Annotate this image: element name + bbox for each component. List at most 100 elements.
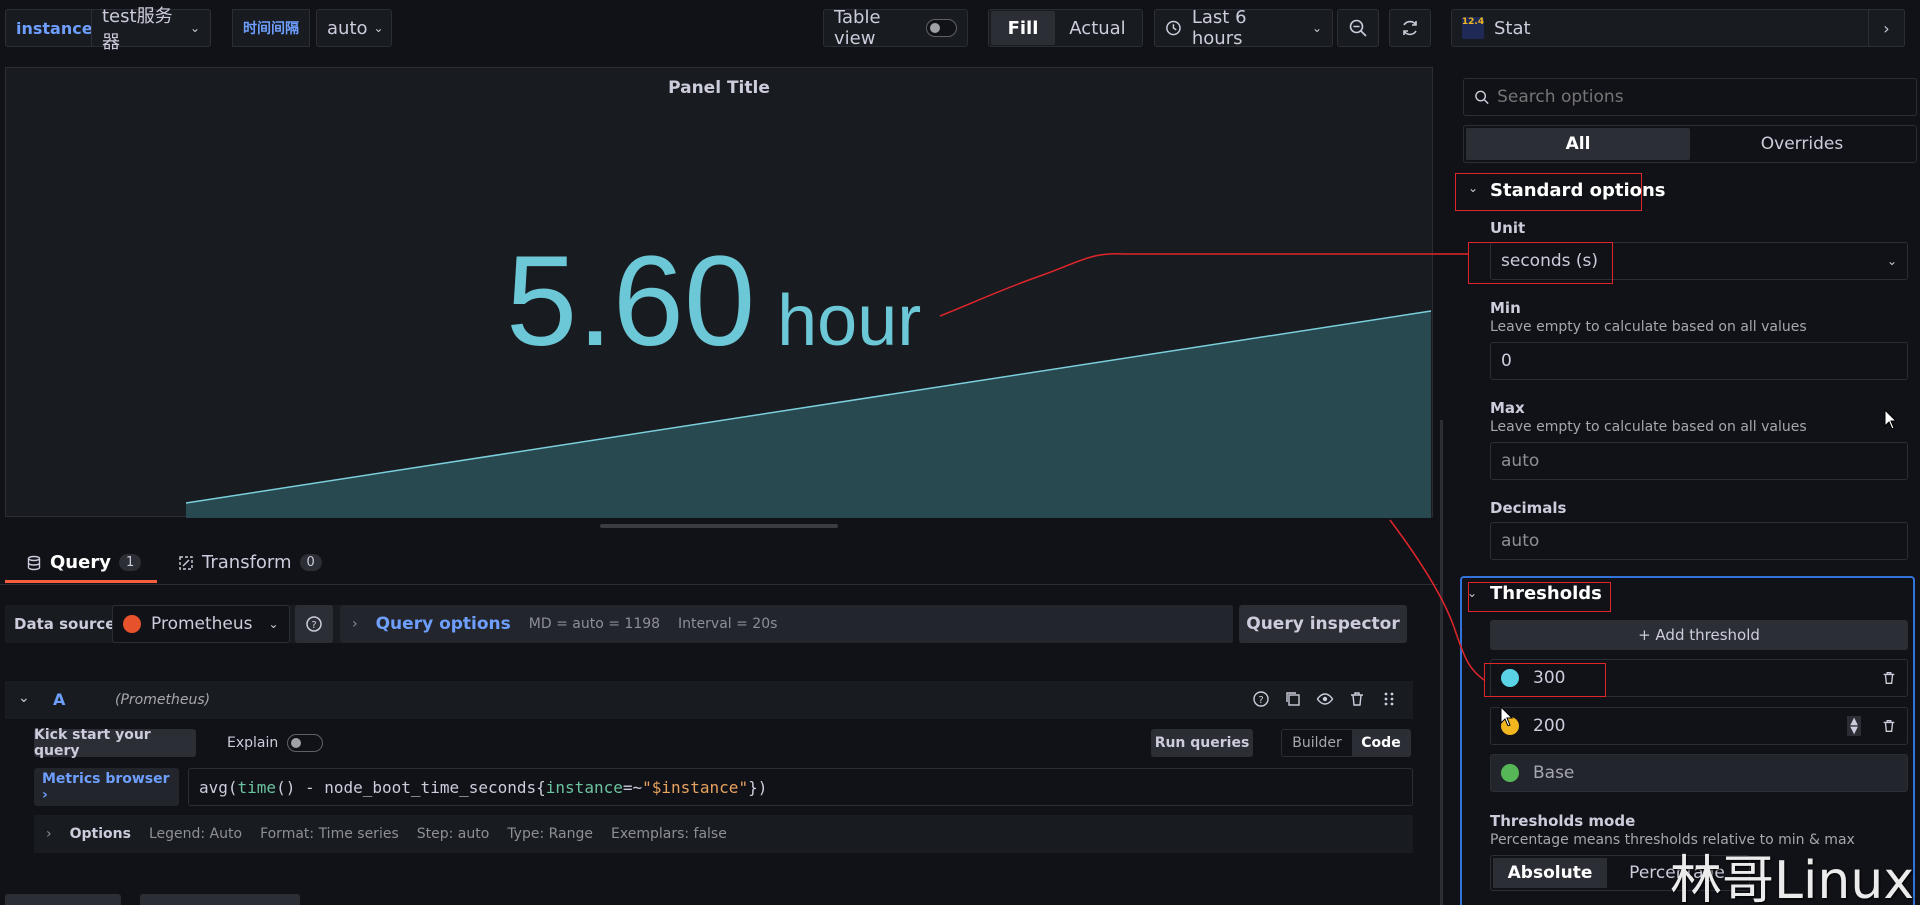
- run-queries-button[interactable]: Run queries: [1151, 729, 1253, 757]
- query-options-summary[interactable]: › Options Legend: Auto Format: Time seri…: [34, 815, 1413, 853]
- search-icon: [1475, 90, 1489, 105]
- expr-fn1: avg(: [199, 777, 238, 797]
- mode-absolute-button[interactable]: Absolute: [1493, 858, 1607, 888]
- max-input[interactable]: auto: [1490, 442, 1908, 480]
- var-interval-label: 时间间隔: [232, 9, 310, 47]
- panel-resize-handle[interactable]: [600, 524, 838, 528]
- expr-val: "$instance": [642, 777, 749, 797]
- var-interval-select[interactable]: auto ⌄: [316, 9, 392, 47]
- datasource-picker[interactable]: Prometheus ⌄: [112, 605, 290, 643]
- fill-button[interactable]: Fill: [991, 11, 1055, 45]
- interval-text: Interval = 20s: [678, 616, 778, 632]
- datasource-help-button[interactable]: ?: [295, 605, 333, 643]
- collapse-options-button[interactable]: ›: [1868, 9, 1905, 47]
- tab-query-label: Query: [50, 552, 111, 573]
- svg-text:?: ?: [311, 620, 316, 631]
- expr-end: }): [748, 777, 768, 797]
- expr-mid: () - node_boot_time_seconds{: [276, 777, 546, 797]
- search-options-field[interactable]: [1463, 78, 1917, 116]
- threshold-value-base: Base: [1533, 763, 1575, 783]
- zoom-out-button[interactable]: [1337, 9, 1379, 47]
- annotation-box-300: [1484, 663, 1606, 697]
- trash-icon[interactable]: [1881, 718, 1897, 734]
- var-instance-select[interactable]: test服务器 ⌄: [91, 6, 211, 53]
- tab-query-count: 1: [118, 554, 142, 571]
- transform-icon: [179, 555, 193, 570]
- stat-unit: hour: [777, 281, 922, 361]
- decimals-input[interactable]: auto: [1490, 522, 1908, 560]
- actual-button[interactable]: Actual: [1055, 11, 1140, 45]
- tabs-divider: [0, 584, 1438, 585]
- table-view-toggle[interactable]: Table view: [823, 7, 968, 49]
- zoom-out-icon: [1349, 19, 1367, 37]
- builder-button[interactable]: Builder: [1282, 730, 1352, 756]
- threshold-row-200[interactable]: 200 ▲ ▼: [1490, 707, 1908, 745]
- stat-value: 5.60: [506, 230, 756, 373]
- trash-icon[interactable]: [1881, 670, 1897, 686]
- stat-value-group: 5.60 hour: [506, 238, 921, 366]
- tab-query[interactable]: Query 1: [26, 552, 142, 573]
- add-expression-button[interactable]: [140, 894, 300, 905]
- thresholds-header[interactable]: Thresholds: [1490, 583, 1602, 604]
- chevron-right-icon: ›: [352, 616, 358, 632]
- chevron-right-icon: ›: [1883, 18, 1890, 38]
- duplicate-icon[interactable]: [1284, 690, 1302, 708]
- options-step: Step: auto: [416, 826, 490, 842]
- visualization-picker[interactable]: 12.4 Stat ⌄: [1451, 9, 1905, 47]
- number-stepper-icon[interactable]: ▲ ▼: [1847, 716, 1861, 736]
- eye-icon[interactable]: [1316, 690, 1334, 708]
- drag-handle-icon[interactable]: [1380, 690, 1398, 708]
- time-range-label: Last 6 hours: [1191, 7, 1247, 49]
- chevron-down-icon: ⌄: [189, 21, 200, 35]
- watermark: 林哥Linux: [1670, 851, 1915, 905]
- fill-actual-segment: Fill Actual: [988, 9, 1143, 47]
- min-input[interactable]: 0: [1490, 342, 1908, 380]
- expr-op: =~: [622, 777, 643, 797]
- code-button[interactable]: Code: [1352, 730, 1410, 756]
- query-row-actions: ?: [1252, 690, 1398, 708]
- expr-fn2: time: [237, 777, 277, 797]
- table-view-switch[interactable]: [925, 19, 957, 37]
- metrics-browser-button[interactable]: Metrics browser ›: [34, 768, 179, 806]
- pane-splitter[interactable]: [1440, 420, 1443, 905]
- chevron-down-icon: ⌄: [1467, 586, 1478, 600]
- collapse-query-icon[interactable]: ⌄: [18, 690, 30, 706]
- query-inspector-button[interactable]: Query inspector: [1239, 605, 1407, 643]
- search-options-input[interactable]: [1497, 87, 1906, 107]
- threshold-color-dot[interactable]: [1501, 764, 1519, 782]
- refresh-button[interactable]: [1389, 9, 1431, 47]
- tab-overrides[interactable]: Overrides: [1690, 128, 1914, 160]
- tab-all[interactable]: All: [1466, 128, 1690, 160]
- query-editor[interactable]: avg(time() - node_boot_time_seconds{inst…: [188, 768, 1413, 806]
- threshold-value-200: 200: [1533, 716, 1566, 736]
- options-exemplars: Exemplars: false: [611, 826, 727, 842]
- svg-text:?: ?: [1258, 695, 1263, 706]
- standard-options-header[interactable]: Standard options: [1490, 180, 1666, 201]
- stat-viz-icon: 12.4: [1462, 17, 1484, 39]
- add-query-button[interactable]: [5, 894, 121, 905]
- max-label: Max: [1490, 399, 1525, 417]
- refresh-icon: [1403, 20, 1417, 36]
- kick-start-button[interactable]: Kick start your query: [34, 727, 196, 759]
- md-text: MD = auto = 1198: [528, 616, 661, 632]
- add-threshold-button[interactable]: + Add threshold: [1490, 620, 1908, 650]
- table-view-label: Table view: [834, 7, 881, 49]
- explain-label: Explain: [227, 735, 279, 751]
- help-icon[interactable]: ?: [1252, 690, 1270, 708]
- options-legend: Legend: Auto: [148, 826, 243, 842]
- thresholds-mode-label: Thresholds mode: [1490, 812, 1636, 830]
- tab-query-underline: [5, 580, 157, 583]
- threshold-row-base[interactable]: Base: [1490, 754, 1908, 792]
- tab-transform[interactable]: Transform 0: [178, 552, 322, 573]
- trash-icon[interactable]: [1348, 690, 1366, 708]
- tab-transform-label: Transform: [202, 552, 292, 573]
- time-range-picker[interactable]: Last 6 hours ⌄: [1154, 7, 1333, 49]
- chevron-down-icon: ⌄: [268, 617, 279, 631]
- options-format: Format: Time series: [260, 826, 399, 842]
- explain-toggle[interactable]: [287, 734, 323, 752]
- tab-transform-count: 0: [299, 554, 322, 571]
- mouse-cursor-icon: [1500, 706, 1514, 726]
- query-ref-id[interactable]: A: [53, 690, 65, 709]
- query-options-bar[interactable]: › Query options MD = auto = 1198 Interva…: [340, 605, 1233, 643]
- expr-key: instance: [545, 777, 623, 797]
